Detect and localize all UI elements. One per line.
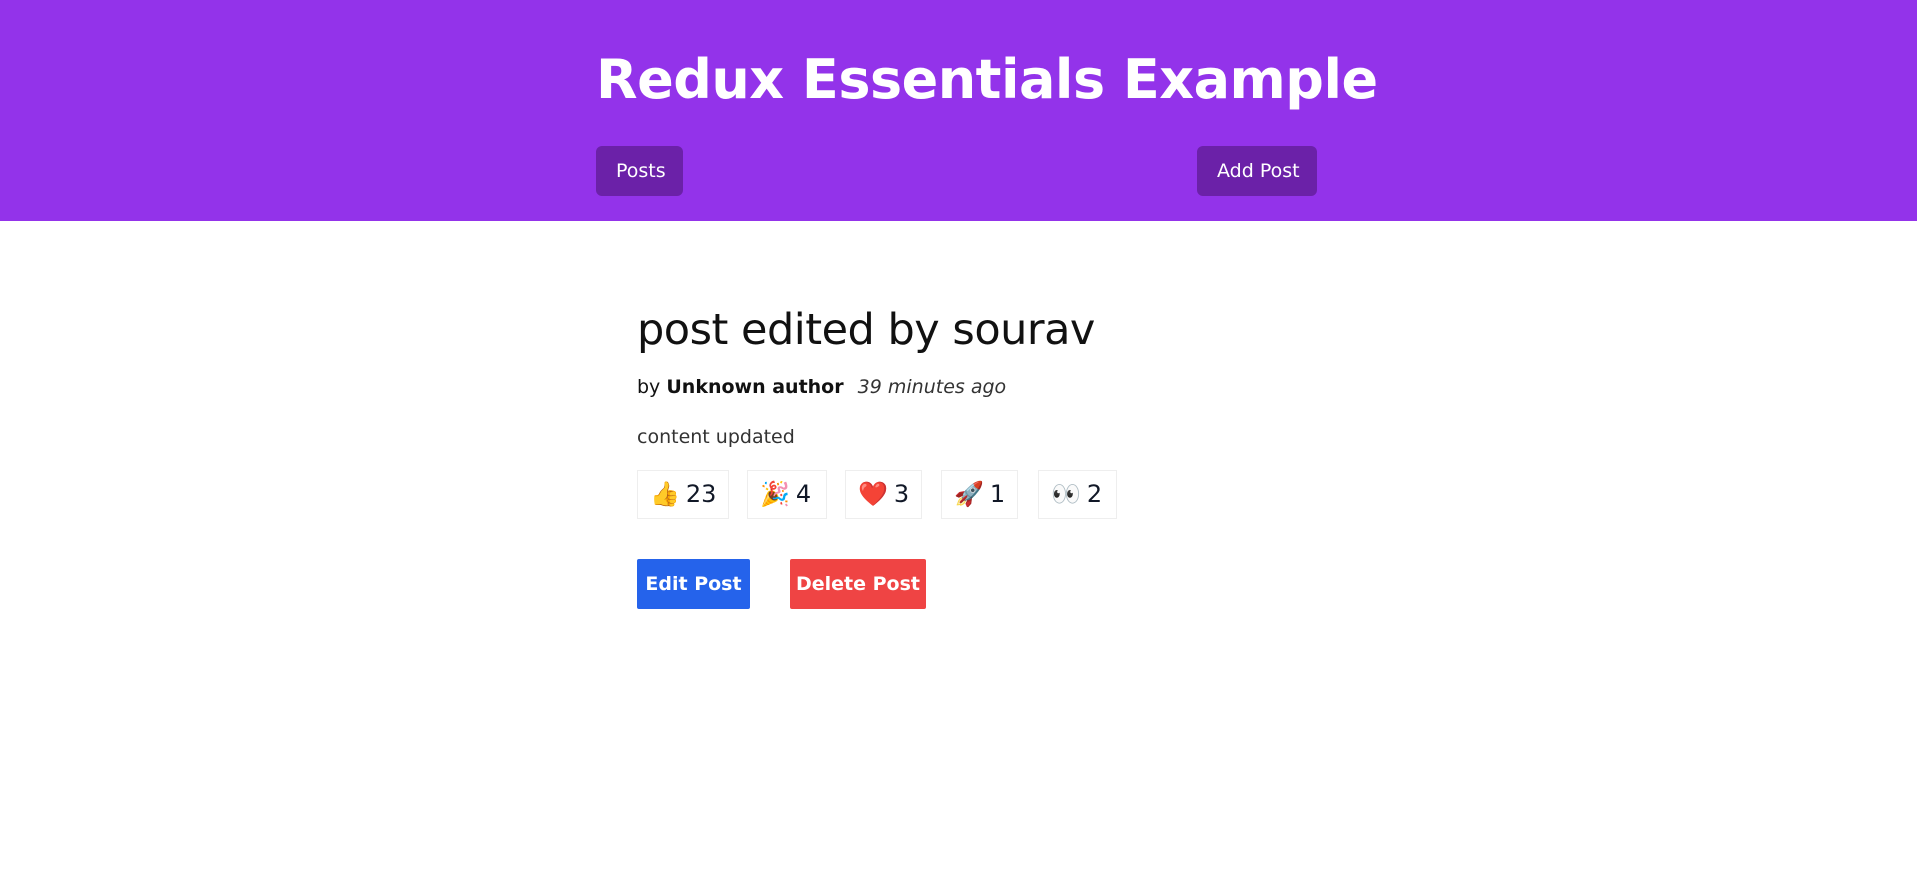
reaction-eyes-button[interactable]: 👀 2 <box>1038 470 1117 519</box>
post-meta: by Unknown author 39 minutes ago <box>637 374 1337 400</box>
party-popper-icon: 🎉 <box>760 480 790 508</box>
post-detail: post edited by sourav by Unknown author … <box>637 300 1337 609</box>
edit-post-button[interactable]: Edit Post <box>637 559 750 609</box>
post-content: content updated <box>637 426 795 448</box>
post-title: post edited by sourav <box>637 305 1095 355</box>
heart-icon: ❤️ <box>858 480 888 508</box>
reaction-party-button[interactable]: 🎉 4 <box>747 470 827 519</box>
reaction-count: 23 <box>685 480 717 508</box>
nav-add-post-button[interactable]: Add Post <box>1197 146 1317 196</box>
post-timestamp: 39 minutes ago <box>857 376 1007 398</box>
post-author: Unknown author <box>666 376 844 398</box>
nav-posts-button[interactable]: Posts <box>596 146 683 196</box>
app-header: Redux Essentials Example Posts Add Post <box>0 0 1917 221</box>
reaction-count: 4 <box>795 480 812 508</box>
reaction-count: 1 <box>989 480 1006 508</box>
app-title: Redux Essentials Example <box>596 48 1378 111</box>
by-prefix: by <box>637 376 661 398</box>
thumbs-up-icon: 👍 <box>650 480 680 508</box>
reaction-heart-button[interactable]: ❤️ 3 <box>845 470 922 519</box>
rocket-icon: 🚀 <box>954 480 984 508</box>
delete-post-button[interactable]: Delete Post <box>790 559 926 609</box>
reaction-count: 3 <box>893 480 910 508</box>
reaction-count: 2 <box>1086 480 1103 508</box>
reaction-rocket-button[interactable]: 🚀 1 <box>941 470 1018 519</box>
reaction-thumbs-up-button[interactable]: 👍 23 <box>637 470 729 519</box>
eyes-icon: 👀 <box>1051 480 1081 508</box>
